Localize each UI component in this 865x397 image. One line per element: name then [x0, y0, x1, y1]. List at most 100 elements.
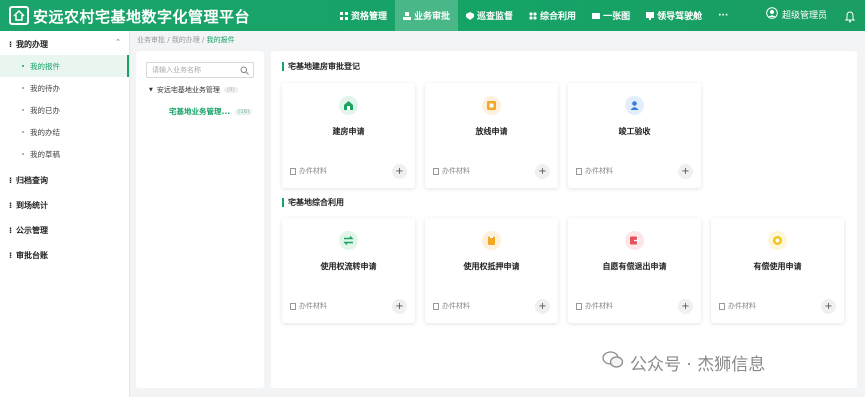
shield-icon — [466, 11, 475, 20]
card-mortgage-application[interactable]: 使用权抵押申请 办件材料 + — [425, 218, 558, 323]
search-icon[interactable] — [240, 66, 249, 80]
document-icon — [290, 302, 296, 310]
apps-icon — [529, 11, 537, 20]
section-title: 宅基地建房审批登记 — [282, 61, 360, 72]
sidebar-item-my-drafts[interactable]: 我的草稿 — [0, 143, 129, 165]
document-icon — [576, 167, 582, 175]
nav-item-approval[interactable]: 业务审批 — [395, 0, 459, 31]
add-button[interactable]: + — [678, 298, 693, 314]
user-menu[interactable]: 超级管理员 — [766, 7, 827, 22]
bullet-icon — [22, 109, 24, 111]
breadcrumb-sep: / — [199, 36, 207, 44]
sidebar-item-label: 我的报件 — [30, 61, 60, 71]
materials-link[interactable]: 办件材料 — [433, 166, 470, 176]
nav-label: 资格管理 — [351, 12, 388, 22]
card-title: 自愿有偿退出申请 — [602, 262, 667, 271]
nav-label: 综合利用 — [540, 12, 577, 22]
card-footer: 办件材料 + — [282, 160, 415, 182]
menu-icon: ⁝ — [9, 226, 13, 235]
nav-item-qualification[interactable]: 资格管理 — [332, 0, 395, 31]
card-title: 有偿使用申请 — [753, 262, 802, 271]
sidebar-group-label: 公示管理 — [16, 226, 49, 235]
materials-link[interactable]: 办件材料 — [576, 301, 613, 311]
bullet-icon — [22, 131, 24, 133]
nav-label: 领导驾驶舱 — [657, 12, 703, 22]
nav-item-dashboard[interactable]: 领导驾驶舱 — [638, 0, 710, 31]
add-button[interactable]: + — [535, 163, 550, 179]
sidebar-item-my-todo[interactable]: 我的待办 — [0, 77, 129, 99]
sidebar-group-archive[interactable]: ⁝ 归档查询 — [0, 168, 129, 193]
card-footer: 办件材料 + — [425, 295, 558, 317]
bullet-icon — [22, 153, 24, 155]
tree-node-count: (9) — [223, 87, 238, 93]
sidebar-item-label: 我的已办 — [30, 105, 60, 115]
bullet-icon — [22, 87, 24, 89]
materials-link[interactable]: 办件材料 — [719, 301, 756, 311]
map-icon — [592, 12, 601, 20]
card-completion-acceptance[interactable]: 竣工验收 办件材料 + — [568, 83, 701, 188]
materials-link[interactable]: 办件材料 — [290, 166, 327, 176]
card-title: 建房申请 — [332, 127, 365, 136]
sidebar-item-my-submissions[interactable]: 我的报件 — [0, 55, 129, 77]
materials-label: 办件材料 — [585, 167, 613, 175]
menu-icon: ⁝ — [9, 201, 13, 210]
materials-label: 办件材料 — [442, 302, 470, 310]
app-title: 安远农村宅基地数字化管理平台 — [33, 8, 251, 26]
card-layout-application[interactable]: 放线申请 办件材料 + — [425, 83, 558, 188]
search-input[interactable]: 请输入业务名称 — [146, 62, 254, 78]
card-title: 使用权流转申请 — [320, 262, 377, 271]
sidebar-group-publicity[interactable]: ⁝ 公示管理 — [0, 218, 129, 243]
watermark: 公众号 · 杰狮信息 — [602, 350, 765, 375]
sidebar-group-ledger[interactable]: ⁝ 审批台账 — [0, 243, 129, 268]
materials-link[interactable]: 办件材料 — [433, 301, 470, 311]
user-name: 超级管理员 — [782, 11, 828, 21]
card-build-application[interactable]: 建房申请 办件材料 + — [282, 83, 415, 188]
materials-link[interactable]: 办件材料 — [576, 166, 613, 176]
sidebar-group-statistics[interactable]: ⁝ 到场统计 — [0, 193, 129, 218]
breadcrumb-item[interactable]: 我的办理 — [172, 36, 200, 44]
card-paid-use-application[interactable]: 有偿使用申请 办件材料 + — [711, 218, 844, 323]
ruler-icon — [482, 96, 501, 115]
card-footer: 办件材料 + — [711, 295, 844, 317]
bell-icon[interactable] — [844, 8, 856, 27]
nav-item-map[interactable]: 一张图 — [584, 0, 638, 31]
house-icon — [339, 96, 358, 115]
sidebar-item-my-done[interactable]: 我的已办 — [0, 99, 129, 121]
sidebar-item-label: 我的办结 — [30, 127, 60, 137]
nav-label: 巡查监督 — [477, 12, 514, 22]
tree-node-child[interactable]: 宅基地业务管理... (16) — [169, 106, 253, 117]
add-button[interactable]: + — [535, 298, 550, 314]
add-button[interactable]: + — [821, 298, 836, 314]
menu-icon: ⁝ — [9, 39, 13, 49]
chevron-up-icon: ⌃ — [115, 38, 121, 46]
document-icon — [433, 302, 439, 310]
add-button[interactable]: + — [392, 163, 407, 179]
card-transfer-application[interactable]: 使用权流转申请 办件材料 + — [282, 218, 415, 323]
card-voluntary-exit-application[interactable]: 自愿有偿退出申请 办件材料 + — [568, 218, 701, 323]
sidebar-item-my-closed[interactable]: 我的办结 — [0, 121, 129, 143]
watermark-text: 公众号 · 杰狮信息 — [630, 355, 766, 375]
sidebar-item-label: 我的草稿 — [30, 149, 60, 159]
tree-node-root[interactable]: ▼ 安远宅基地业务管理 (9) — [149, 85, 238, 95]
exit-icon — [625, 231, 644, 250]
breadcrumb-item[interactable]: 业务审批 — [137, 36, 165, 44]
materials-label: 办件材料 — [728, 302, 756, 310]
nav-more-button[interactable]: ··· — [710, 0, 736, 31]
tree-node-count: (16) — [235, 108, 253, 115]
add-button[interactable]: + — [392, 298, 407, 314]
sidebar-group-my-tasks[interactable]: ⁝ 我的办理 ⌃ — [0, 33, 129, 55]
breadcrumb-current: 我的报件 — [206, 36, 235, 44]
mortgage-icon — [482, 231, 501, 250]
add-button[interactable]: + — [678, 163, 693, 179]
card-footer: 办件材料 + — [568, 160, 701, 182]
nav-item-utilization[interactable]: 综合利用 — [521, 0, 584, 31]
grid-icon — [340, 11, 348, 20]
nav-item-inspection[interactable]: 巡查监督 — [458, 0, 521, 31]
card-title: 使用权抵押申请 — [463, 262, 520, 271]
document-icon — [719, 302, 725, 310]
breadcrumb-sep: / — [165, 36, 172, 44]
materials-link[interactable]: 办件材料 — [290, 301, 327, 311]
breadcrumb: 业务审批 / 我的办理 / 我的报件 — [137, 35, 235, 45]
document-icon — [576, 302, 582, 310]
top-header: 安远农村宅基地数字化管理平台 资格管理 业务审批 巡查监督 综合利用 一张图 领… — [0, 0, 865, 31]
